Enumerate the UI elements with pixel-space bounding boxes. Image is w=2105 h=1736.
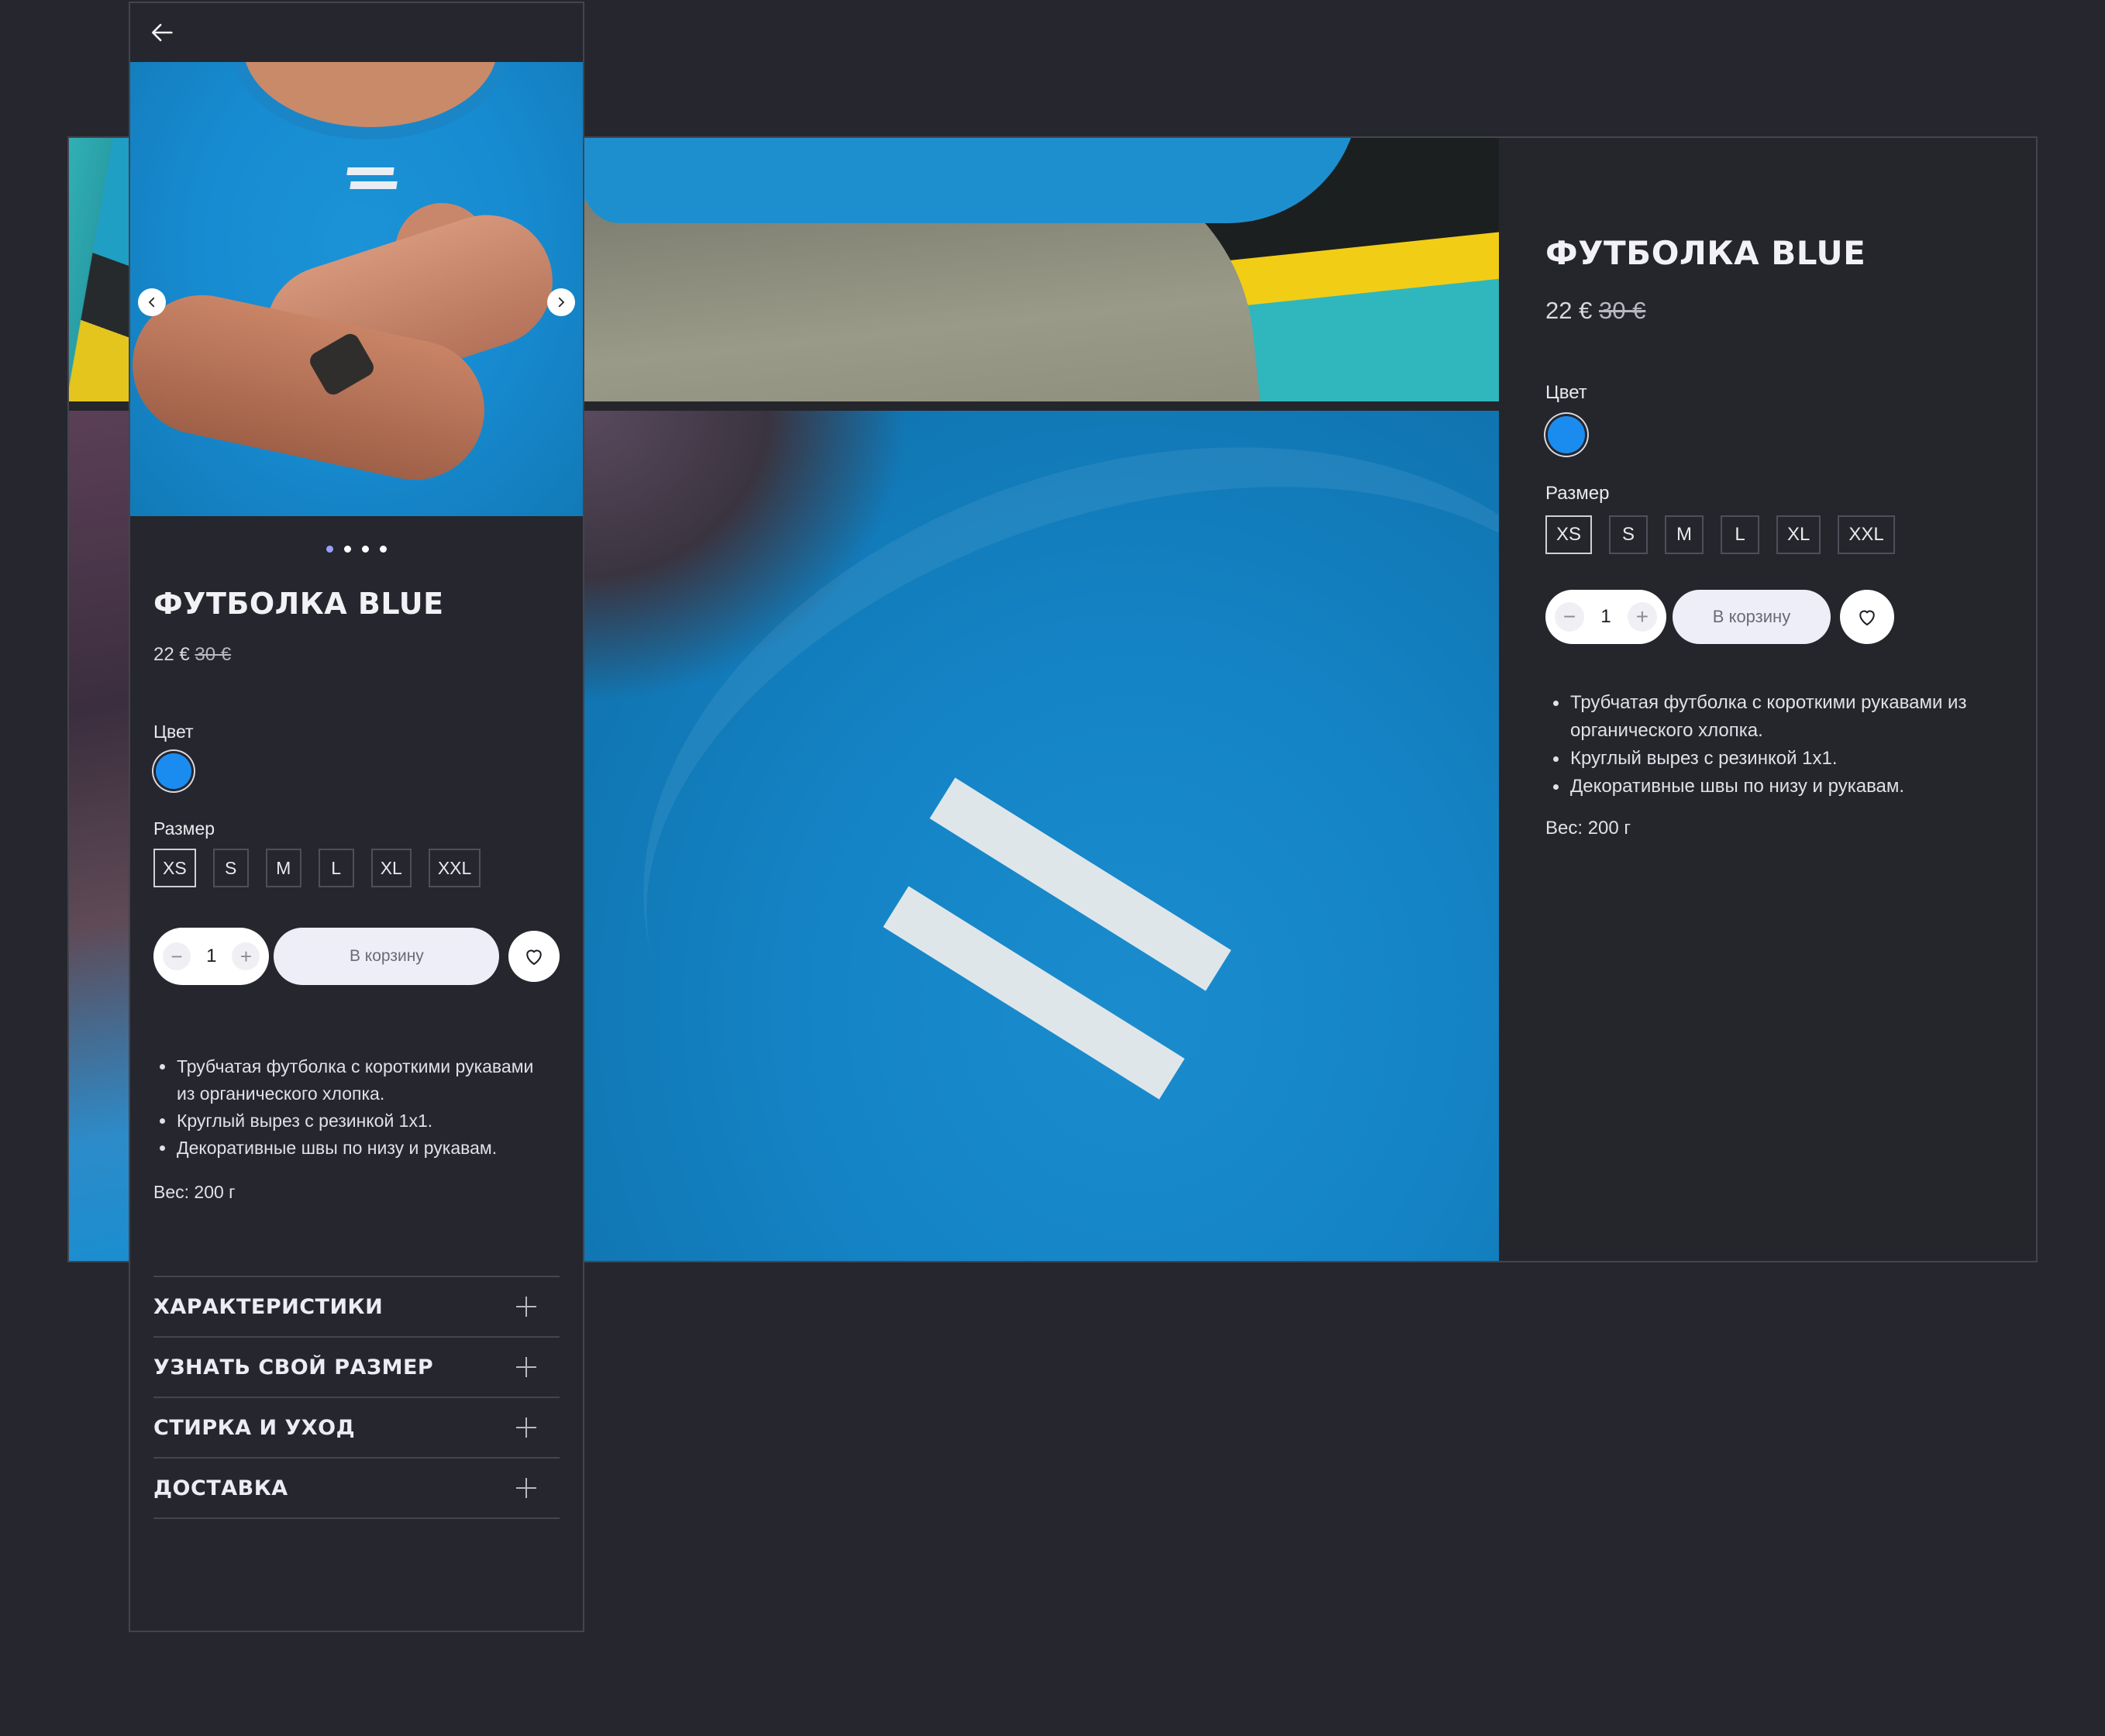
back-button[interactable] xyxy=(147,17,178,48)
color-swatch-blue[interactable] xyxy=(156,753,191,789)
plus-icon xyxy=(516,1297,536,1317)
description-item: Декоративные швы по низу и рукавам. xyxy=(1553,773,1993,801)
quantity-stepper: − 1 + xyxy=(1545,590,1666,644)
size-option-m[interactable]: M xyxy=(1665,515,1704,554)
size-option-xl[interactable]: XL xyxy=(1776,515,1821,554)
quantity-value: 1 xyxy=(206,946,217,966)
size-option-xl[interactable]: XL xyxy=(370,849,412,887)
price-current: 22 € xyxy=(153,644,190,665)
product-description: Трубчатая футболка с короткими рукавами и… xyxy=(153,1053,560,1162)
price-current: 22 € xyxy=(1545,297,1593,324)
quantity-increase-button[interactable]: + xyxy=(232,942,260,970)
info-accordion: ХАРАКТЕРИСТИКИ УЗНАТЬ СВОЙ РАЗМЕР СТИРКА И… xyxy=(153,1276,560,1519)
accordion-item[interactable]: ДОСТАВКА xyxy=(153,1459,560,1519)
price-old: 30 € xyxy=(195,644,232,665)
chevron-right-icon xyxy=(558,297,565,308)
size-option-xs[interactable]: XS xyxy=(153,849,196,887)
add-to-cart-button[interactable]: В корзину xyxy=(274,928,500,985)
purchase-actions: − 1 + В корзину xyxy=(153,928,560,985)
size-option-s[interactable]: S xyxy=(212,849,249,887)
product-photo-partial-bottom xyxy=(69,411,131,1261)
product-description: Трубчатая футболка с короткими рукавами … xyxy=(1545,689,1993,801)
accordion-item[interactable]: УЗНАТЬ СВОЙ РАЗМЕР xyxy=(153,1338,560,1398)
quantity-decrease-button[interactable]: − xyxy=(163,942,191,970)
mobile-header xyxy=(130,3,583,62)
product-carousel xyxy=(130,62,583,516)
quantity-decrease-button[interactable]: − xyxy=(1555,602,1584,632)
quantity-value: 1 xyxy=(1600,606,1611,627)
size-option-xxl[interactable]: XXL xyxy=(1838,515,1895,554)
description-item: Трубчатая футболка с короткими рукавами и… xyxy=(160,1053,560,1107)
plus-icon xyxy=(516,1478,536,1498)
arrow-left-icon xyxy=(151,23,173,42)
product-photo-main xyxy=(584,411,1499,1261)
product-photo-detail xyxy=(584,138,1499,401)
favorite-button[interactable] xyxy=(1840,590,1894,644)
heart-icon xyxy=(1859,610,1875,626)
carousel-dot[interactable] xyxy=(362,546,369,553)
carousel-dot[interactable] xyxy=(344,546,351,553)
accordion-title: СТИРКА И УХОД xyxy=(153,1415,356,1440)
description-item: Круглый вырез с резинкой 1x1. xyxy=(160,1107,560,1135)
product-price: 22 € 30 € xyxy=(153,644,560,666)
quantity-increase-button[interactable]: + xyxy=(1627,602,1657,632)
accordion-item[interactable]: ХАРАКТЕРИСТИКИ xyxy=(153,1277,560,1338)
product-photo-partial-top xyxy=(69,138,131,401)
description-item: Круглый вырез с резинкой 1x1. xyxy=(1553,745,1993,773)
carousel-dot[interactable] xyxy=(326,546,333,553)
product-title: ФУТБОЛКА BLUE xyxy=(153,587,444,621)
product-weight: Вес: 200 г xyxy=(153,1182,236,1202)
carousel-pagination xyxy=(130,546,583,553)
plus-icon xyxy=(516,1417,536,1438)
mobile-product-frame: ФУТБОЛКА BLUE 22 € 30 € Цвет Размер XS S M… xyxy=(129,2,584,1632)
chevron-left-icon xyxy=(148,297,155,308)
accordion-title: ХАРАКТЕРИСТИКИ xyxy=(153,1294,384,1319)
carousel-prev-button[interactable] xyxy=(138,288,166,316)
color-label: Цвет xyxy=(1545,382,1587,403)
description-item: Трубчатая футболка с короткими рукавами … xyxy=(1553,689,1993,745)
size-option-l[interactable]: L xyxy=(1721,515,1760,554)
carousel-dot[interactable] xyxy=(380,546,387,553)
size-option-xxl[interactable]: XXL xyxy=(428,849,481,887)
product-title: ФУТБОЛКА BLUE xyxy=(1545,234,1866,272)
color-swatch-blue[interactable] xyxy=(1548,416,1585,453)
size-option-m[interactable]: M xyxy=(265,849,301,887)
carousel-next-button[interactable] xyxy=(547,288,575,316)
purchase-actions: − 1 + В корзину xyxy=(1545,590,1993,644)
product-weight: Вес: 200 г xyxy=(1545,818,1631,839)
favorite-button[interactable] xyxy=(508,931,560,982)
add-to-cart-button[interactable]: В корзину xyxy=(1673,590,1831,644)
desktop-product-info: ФУТБОЛКА BLUE 22 € 30 € Цвет Размер XS S M… xyxy=(1499,138,2036,1261)
accordion-item[interactable]: СТИРКА И УХОД xyxy=(153,1398,560,1459)
size-option-xs[interactable]: XS xyxy=(1545,515,1593,554)
color-label: Цвет xyxy=(153,722,194,742)
heart-icon xyxy=(526,949,542,966)
price-old: 30 € xyxy=(1598,297,1646,324)
size-option-s[interactable]: S xyxy=(1609,515,1649,554)
size-selector: XS S M L XL XXL xyxy=(1545,515,1993,554)
size-label: Размер xyxy=(1545,483,1610,504)
accordion-title: ДОСТАВКА xyxy=(153,1476,288,1500)
size-option-l[interactable]: L xyxy=(318,849,354,887)
size-label: Размер xyxy=(153,818,215,839)
plus-icon xyxy=(516,1357,536,1377)
accordion-title: УЗНАТЬ СВОЙ РАЗМЕР xyxy=(153,1355,434,1380)
size-selector: XS S M L XL XXL xyxy=(153,849,560,887)
product-price: 22 € 30 € xyxy=(1545,297,1993,325)
quantity-stepper: − 1 + xyxy=(153,928,270,985)
description-item: Декоративные швы по низу и рукавам. xyxy=(160,1135,560,1162)
